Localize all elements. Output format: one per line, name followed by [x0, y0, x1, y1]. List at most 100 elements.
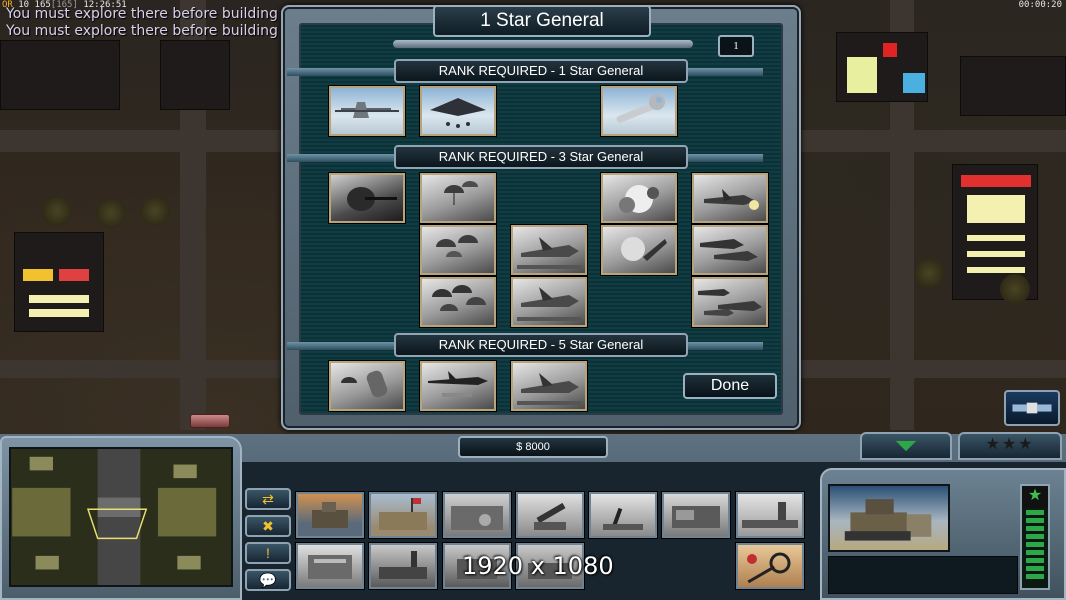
a10-strike-3-ability[interactable]: [692, 277, 768, 327]
build-firebase[interactable]: [589, 492, 657, 538]
minimap-terrain: [12, 449, 230, 585]
artillery-icon: [603, 507, 643, 530]
paratrooper-icon: [436, 235, 478, 257]
power-segment: [1026, 534, 1044, 539]
tree: [1000, 274, 1030, 304]
power-segment: [1026, 510, 1044, 515]
gunship-icon: [517, 373, 581, 405]
a10-jet-icon: [704, 189, 759, 210]
predator-drone-ability[interactable]: [329, 86, 405, 136]
game-clock: 00:00:20: [1018, 0, 1062, 10]
city-building[interactable]: [0, 40, 120, 110]
generals-promotion-tab[interactable]: ★★★: [958, 432, 1062, 460]
emergency-repair-ability[interactable]: [601, 86, 677, 136]
wrench-icon: [616, 94, 665, 123]
done-button[interactable]: Done: [683, 373, 777, 399]
power-segment: [1026, 558, 1044, 563]
paratrooper-icon: [444, 181, 478, 205]
strategy-center-icon: [308, 555, 352, 579]
rank-required-label: RANK REQUIRED - 3 Star General: [394, 145, 688, 169]
idle-worker-button[interactable]: ✖: [245, 515, 291, 537]
promotion-points-count: 1: [718, 35, 754, 57]
carpet-bomb-ability[interactable]: [420, 361, 496, 411]
build-particle-cannon[interactable]: [369, 543, 437, 589]
minimap[interactable]: [9, 447, 233, 587]
airfield-icon: [742, 502, 798, 528]
spectre-gunship-2-ability[interactable]: [511, 277, 587, 327]
bomb-icon: [341, 370, 388, 398]
selected-unit-portrait[interactable]: [828, 484, 950, 552]
a10-jet-icon: [698, 289, 762, 316]
artillery-strike-2-ability[interactable]: [601, 225, 677, 275]
missile-battery-icon: [534, 502, 566, 530]
paradrop-2-ability[interactable]: [420, 225, 496, 275]
artillery-strike-ability[interactable]: [601, 173, 677, 223]
tree: [914, 258, 944, 288]
satellite-power-button[interactable]: [1004, 390, 1060, 426]
city-building[interactable]: [836, 32, 928, 102]
tree: [96, 198, 126, 228]
power-segment: [1026, 574, 1044, 579]
command-center-icon: [312, 502, 348, 528]
panel-title: 1 Star General: [433, 5, 651, 37]
alert-button[interactable]: !: [245, 542, 291, 564]
explosion-icon: [619, 185, 659, 213]
resolution-overlay: 1920 x 1080: [462, 552, 614, 580]
gunship-icon: [517, 287, 581, 321]
build-barracks[interactable]: [369, 492, 437, 538]
paradrop-3-ability[interactable]: [420, 277, 496, 327]
build-command-center[interactable]: [296, 492, 364, 538]
build-strategy-center[interactable]: [296, 543, 364, 589]
drone-icon: [335, 102, 399, 118]
satellite-icon: [1012, 402, 1052, 414]
build-patriot[interactable]: [516, 492, 584, 538]
diplomacy-tab[interactable]: [190, 414, 230, 428]
options-button[interactable]: ⇄: [245, 488, 291, 510]
barracks-icon: [379, 498, 427, 530]
a10-strike-1-ability[interactable]: [692, 173, 768, 223]
chat-button[interactable]: 💬: [245, 569, 291, 591]
power-segment: [1026, 550, 1044, 555]
city-building[interactable]: [960, 56, 1066, 116]
supply-center-icon: [672, 506, 720, 528]
system-message: You must explore there before building: [6, 6, 278, 22]
dozer-icon: [844, 499, 932, 541]
chevron-down-icon: [895, 440, 917, 452]
faction-star-icon: ★: [1022, 486, 1048, 508]
power-segment: [1026, 518, 1044, 523]
paradrop-1-ability[interactable]: [420, 173, 496, 223]
unit-status-area: [828, 556, 1018, 594]
power-segment: [1026, 542, 1044, 547]
bomber-icon: [428, 371, 488, 397]
power-segment: [1026, 526, 1044, 531]
mine-detector-icon: [747, 552, 791, 584]
tree: [42, 196, 72, 226]
paratrooper-icon: [432, 285, 486, 311]
city-building[interactable]: [14, 232, 104, 332]
explosion-icon: [621, 237, 667, 261]
a10-jet-icon: [700, 239, 758, 261]
build-airfield[interactable]: [736, 492, 804, 538]
mine-clearing-ability[interactable]: [736, 543, 804, 589]
a10-strike-2-ability[interactable]: [692, 225, 768, 275]
build-war-factory[interactable]: [443, 492, 511, 538]
stealth-bomber-ability[interactable]: [420, 86, 496, 136]
promotion-points-bar: [393, 40, 693, 48]
power-segment: [1026, 566, 1044, 571]
sniper-pathfinder-ability[interactable]: [329, 173, 405, 223]
particle-cannon-icon: [379, 551, 427, 579]
factory-icon: [451, 506, 503, 530]
spectre-gunship-1-ability[interactable]: [511, 225, 587, 275]
spectre-gunship-3-ability[interactable]: [511, 361, 587, 411]
rank-required-label: RANK REQUIRED - 5 Star General: [394, 333, 688, 357]
general-promotion-panel: 1 Star General 1 RANK REQUIRED - 1 Star …: [281, 5, 801, 430]
city-building[interactable]: [160, 40, 230, 110]
command-side-buttons: ⇄ ✖ ! 💬: [245, 488, 293, 596]
sniper-icon: [347, 187, 397, 211]
rank-required-label: RANK REQUIRED - 1 Star General: [394, 59, 688, 83]
fuel-air-bomb-ability[interactable]: [329, 361, 405, 411]
general-powers-tab[interactable]: [860, 432, 952, 460]
stealth-bomber-icon: [430, 98, 486, 128]
money-display: $ 8000: [458, 436, 608, 458]
build-supply-center[interactable]: [662, 492, 730, 538]
